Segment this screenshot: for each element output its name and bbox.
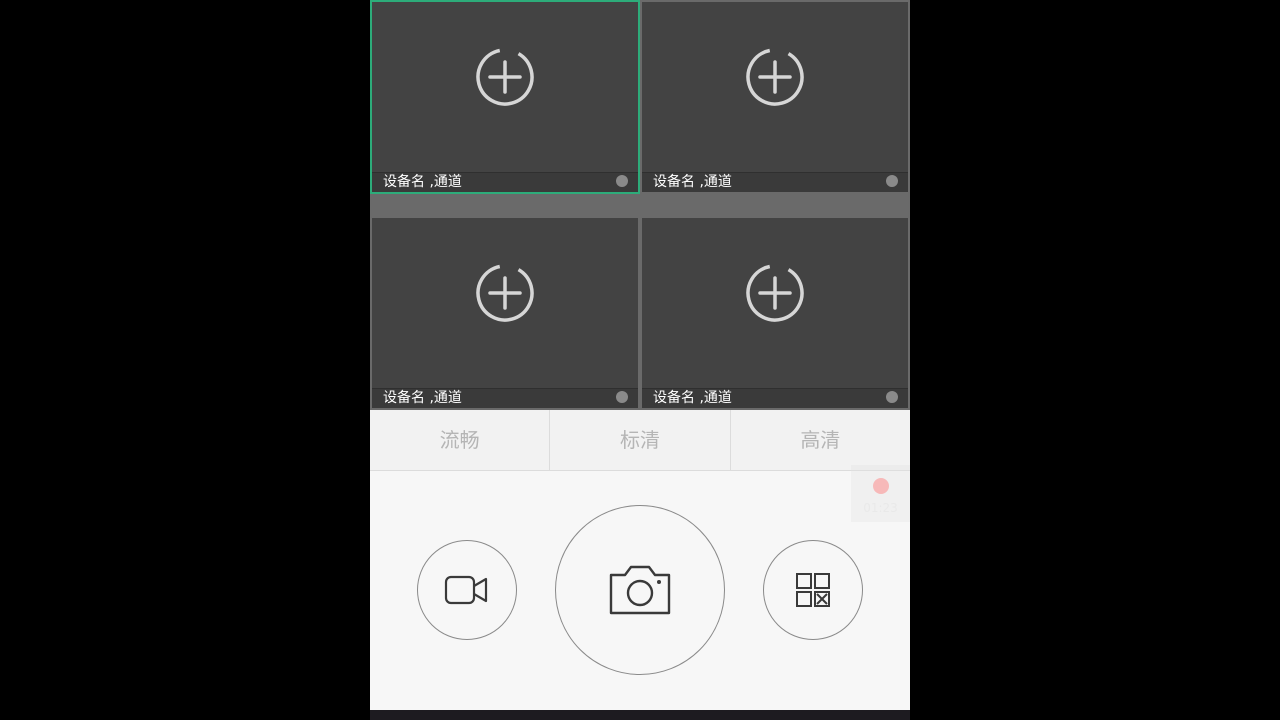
status-dot-icon <box>886 175 898 187</box>
layout-switch-button[interactable] <box>763 540 863 640</box>
grid-layout-icon <box>796 573 830 607</box>
quality-option-hd[interactable]: 高清 <box>731 410 910 470</box>
recording-time: 01:23 <box>863 501 898 515</box>
add-channel-icon[interactable] <box>475 47 535 107</box>
status-dot-icon <box>886 391 898 403</box>
add-channel-icon[interactable] <box>745 47 805 107</box>
camera-cell-2[interactable]: 设备名 ,通道 <box>642 2 908 192</box>
quality-option-smooth[interactable]: 流畅 <box>370 410 551 470</box>
camera-cell-3[interactable]: 设备名 ,通道 <box>372 218 638 408</box>
snapshot-button[interactable] <box>555 505 725 675</box>
record-dot-icon <box>873 478 889 494</box>
cell-device-label: 设备名 ,通道 <box>383 174 462 190</box>
status-dot-icon <box>616 175 628 187</box>
camera-cell-4[interactable]: 设备名 ,通道 <box>642 218 908 408</box>
camera-icon <box>609 565 671 615</box>
add-channel-icon[interactable] <box>475 263 535 323</box>
cell-device-label: 设备名 ,通道 <box>383 390 462 406</box>
status-dot-icon <box>616 391 628 403</box>
app-screen: 设备名 ,通道 设备名 ,通道 设备名 ,通道 设备名 ,通道 流畅 标清 高清… <box>370 0 910 720</box>
video-camera-icon <box>444 575 488 605</box>
camera-grid: 设备名 ,通道 设备名 ,通道 设备名 ,通道 设备名 ,通道 <box>370 0 910 410</box>
stream-quality-selector: 流畅 标清 高清 <box>370 410 910 471</box>
cell-device-label: 设备名 ,通道 <box>653 390 732 406</box>
system-nav-strip <box>370 710 910 720</box>
quality-option-standard[interactable]: 标清 <box>550 410 731 470</box>
add-channel-icon[interactable] <box>745 263 805 323</box>
recording-indicator: 01:23 <box>851 465 910 522</box>
cell-device-label: 设备名 ,通道 <box>653 174 732 190</box>
camera-cell-1[interactable]: 设备名 ,通道 <box>370 0 640 194</box>
record-video-button[interactable] <box>417 540 517 640</box>
